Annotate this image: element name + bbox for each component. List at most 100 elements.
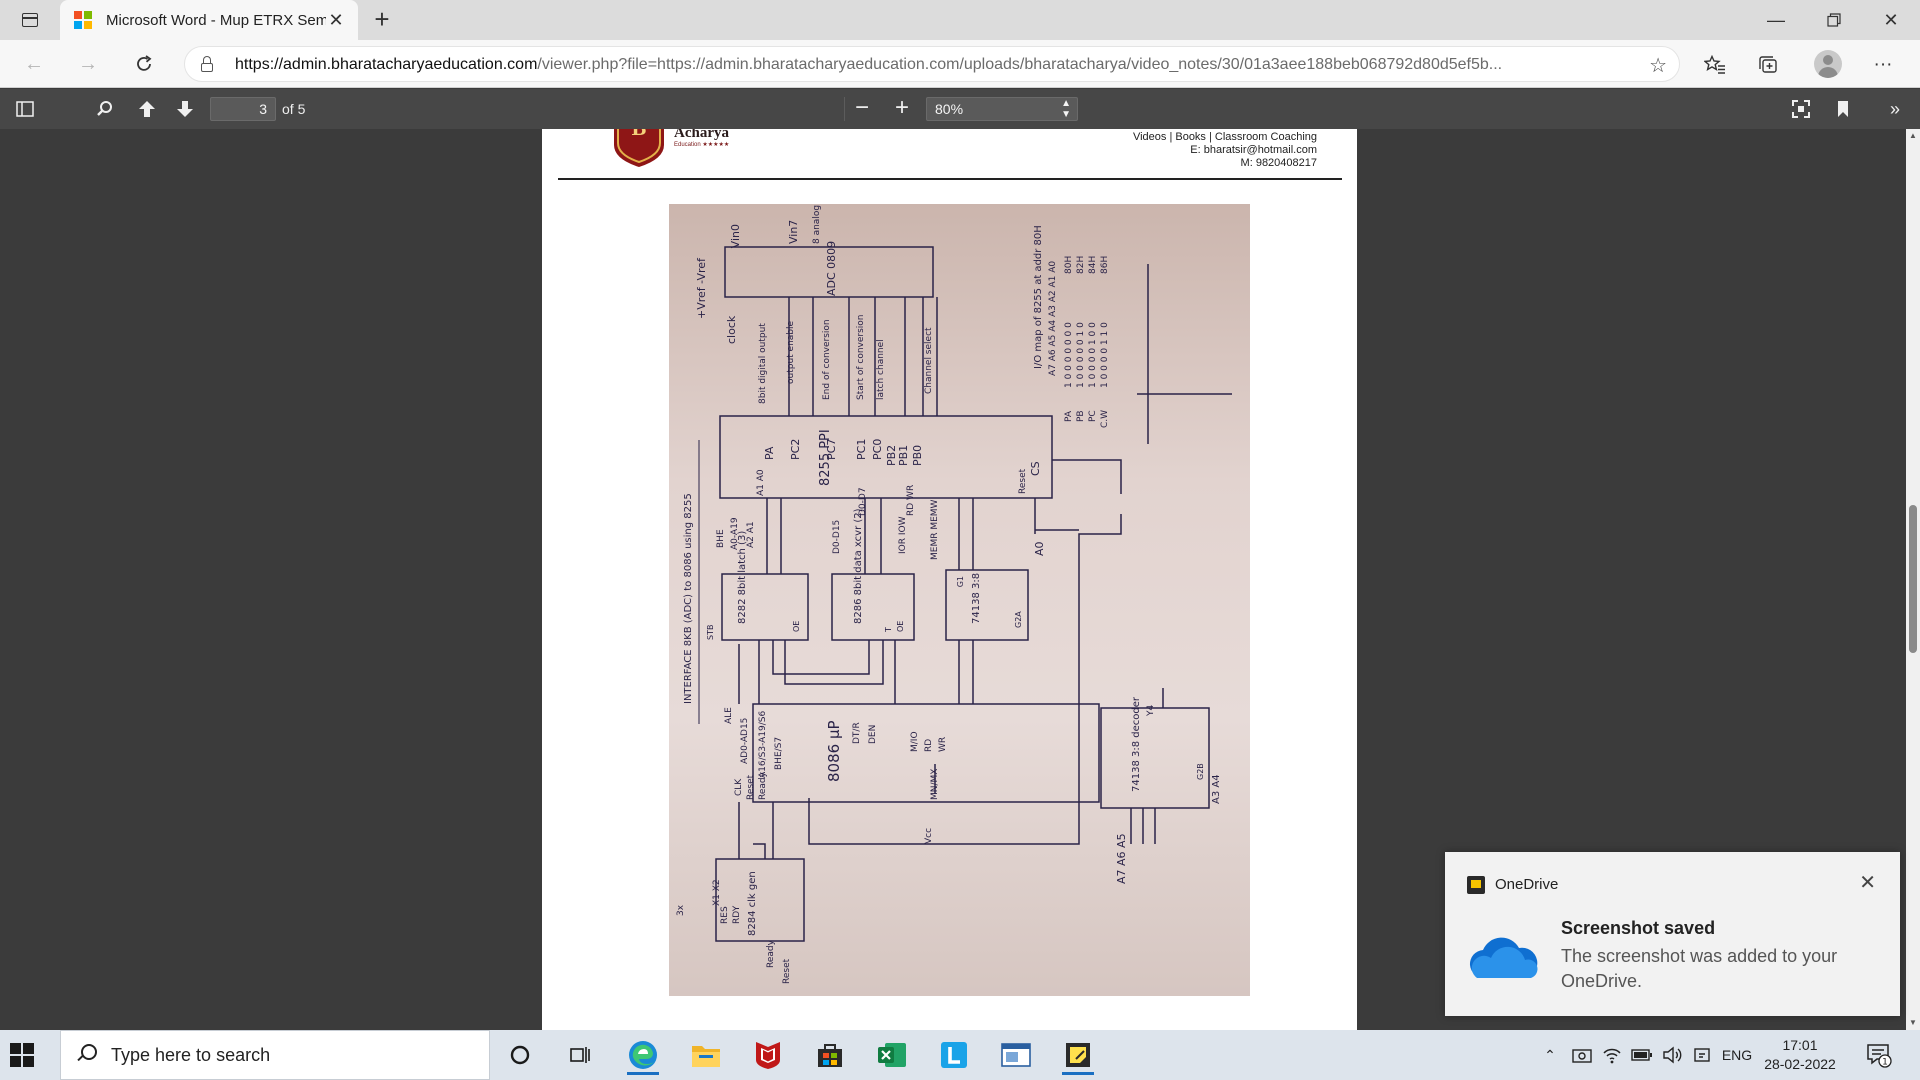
tray-expand-icon[interactable]: ⌃ <box>1540 1030 1560 1080</box>
tools-menu-icon[interactable]: » <box>1882 97 1908 121</box>
label-cpu: 8086 μP <box>825 720 843 782</box>
label-y4: Y4 <box>1146 705 1156 717</box>
label-vref: +Vref -Vref <box>695 257 708 319</box>
toast-close-icon[interactable]: ✕ <box>1859 870 1876 895</box>
label-pc2: PC2 <box>789 439 802 460</box>
label-pa: PA <box>763 446 776 460</box>
scroll-thumb[interactable] <box>1909 505 1917 653</box>
zoom-select[interactable]: 80% ▲ ▼ <box>926 97 1078 121</box>
zoom-in-button[interactable]: + <box>886 95 918 123</box>
label-clock-gen: 8284 clk gen <box>747 871 758 936</box>
label-soc: Start of conversion <box>856 314 866 400</box>
scroll-down-icon[interactable]: ▼ <box>1906 1016 1920 1030</box>
close-window-button[interactable]: ✕ <box>1865 0 1917 40</box>
label-ior-iow: IOR IOW <box>898 516 908 554</box>
task-view-icon[interactable] <box>558 1035 602 1075</box>
viewer-scrollbar[interactable]: ▲ ▼ <box>1906 129 1920 1030</box>
window-app-icon[interactable] <box>994 1035 1038 1075</box>
label-clock: clock <box>725 315 738 344</box>
collections-icon[interactable] <box>1756 52 1782 78</box>
microsoft-store-icon[interactable] <box>808 1035 852 1075</box>
up-arrow-icon <box>139 101 155 117</box>
label-adc: ADC 0809 <box>825 241 838 296</box>
sticky-notes-icon[interactable] <box>1056 1035 1100 1075</box>
page-total: of 5 <box>282 101 306 117</box>
mcafee-icon[interactable] <box>746 1035 790 1075</box>
label-mn-mx: MN/MX <box>930 769 940 800</box>
next-page-icon[interactable] <box>172 97 198 121</box>
cortana-icon[interactable] <box>498 1035 542 1075</box>
scroll-up-icon[interactable]: ▲ <box>1906 129 1920 143</box>
tab-close-icon[interactable]: ✕ <box>326 10 346 30</box>
excel-icon[interactable] <box>870 1035 914 1075</box>
label-crystal: 3x <box>676 904 686 916</box>
label-ready-in: Ready <box>766 939 776 968</box>
address-bar: ← → https://admin.bharatacharyaeducation… <box>0 40 1920 88</box>
bookmark-icon[interactable] <box>1830 97 1856 121</box>
more-menu-icon[interactable]: ··· <box>1870 52 1896 78</box>
presentation-mode-icon[interactable] <box>1788 97 1814 121</box>
io-map-title: I/O map of 8255 at addr 80H <box>1033 225 1044 369</box>
label-a1a0: A1 A0 <box>756 469 766 496</box>
windows-start-icon[interactable] <box>10 1043 34 1067</box>
clock-time: 17:01 <box>1782 1037 1818 1053</box>
label-ale: ALE <box>724 707 734 724</box>
word-favicon-icon <box>74 11 92 29</box>
label-latch: 8282 8bit latch (3) <box>737 531 748 624</box>
forward-button[interactable]: → <box>72 49 104 79</box>
label-ready: Ready <box>758 771 768 800</box>
minimize-button[interactable]: — <box>1750 0 1802 40</box>
label-g2b: G2B <box>1196 763 1205 780</box>
tab-actions-button[interactable] <box>14 8 46 32</box>
edge-browser-icon[interactable] <box>621 1035 665 1075</box>
favorites-icon[interactable] <box>1702 52 1728 78</box>
label-vcc: Vcc <box>924 828 934 844</box>
label-mio: M/IO <box>910 731 920 752</box>
taskbar-clock[interactable]: 17:01 28-02-2022 <box>1754 1036 1846 1074</box>
label-t: T <box>884 627 893 633</box>
back-button[interactable]: ← <box>18 49 50 79</box>
contact-email: E: bharatsir@hotmail.com <box>1190 144 1317 156</box>
volume-icon[interactable] <box>1660 1030 1684 1080</box>
favorites-list-icon <box>1704 55 1725 74</box>
label-bhe-s7: BHE/S7 <box>774 737 784 770</box>
io-map-addr-2: 84H <box>1088 256 1098 274</box>
l-app-icon[interactable] <box>932 1035 976 1075</box>
url-field[interactable]: https://admin.bharatacharyaeducation.com… <box>184 46 1680 82</box>
new-tab-button[interactable]: + <box>368 6 396 34</box>
refresh-button[interactable] <box>128 49 160 79</box>
page-number-input[interactable]: 3 <box>210 97 276 121</box>
favorite-star-icon[interactable]: ☆ <box>1649 53 1667 78</box>
taskbar-search-box[interactable]: Type here to search <box>60 1030 490 1080</box>
label-a7a6a5: A7 A6 A5 <box>1115 833 1128 884</box>
io-map-port-3: C.W <box>1100 410 1110 428</box>
zoom-out-button[interactable]: − <box>846 95 878 123</box>
notification-center-icon[interactable]: 1 <box>1866 1042 1892 1068</box>
select-arrows-icon: ▲ ▼ <box>1061 98 1071 120</box>
file-explorer-icon[interactable] <box>684 1035 728 1075</box>
tab-actions-icon <box>22 13 38 27</box>
wifi-icon[interactable] <box>1600 1030 1624 1080</box>
url-text[interactable]: https://admin.bharatacharyaeducation.com… <box>235 56 1625 74</box>
sidebar-toggle-icon[interactable] <box>12 97 38 121</box>
label-decoder2: 74138 3:8 decoder <box>1131 696 1142 792</box>
previous-page-icon[interactable] <box>134 97 160 121</box>
profile-avatar[interactable] <box>1814 50 1842 78</box>
contact-services: Videos | Books | Classroom Coaching <box>1132 131 1317 143</box>
contact-mobile: M: 9820408217 <box>1240 157 1317 169</box>
label-a0: A0 <box>1033 541 1046 556</box>
onedrive-cloud-icon <box>1469 937 1538 979</box>
language-indicator[interactable]: ENG <box>1720 1030 1754 1080</box>
find-icon[interactable] <box>92 97 118 121</box>
restore-button[interactable] <box>1808 0 1860 40</box>
label-ad0ad15: AD0-AD15 <box>740 718 750 764</box>
label-cs: CS <box>1029 461 1042 476</box>
meet-now-icon[interactable] <box>1570 1030 1594 1080</box>
circuit-diagram: Vin0 Vin7 8 analog inputs +Vref -Vref AD… <box>676 174 1232 984</box>
onedrive-toast[interactable]: OneDrive ✕ Screenshot saved The screensh… <box>1445 852 1900 1016</box>
tab-title: Microsoft Word - Mup ETRX Sem <box>106 11 326 29</box>
onedrive-tray-icon[interactable] <box>1690 1030 1714 1080</box>
io-map-port-1: PB <box>1076 410 1086 422</box>
battery-icon[interactable] <box>1630 1030 1654 1080</box>
browser-tab[interactable]: Microsoft Word - Mup ETRX Sem ✕ <box>60 0 358 40</box>
